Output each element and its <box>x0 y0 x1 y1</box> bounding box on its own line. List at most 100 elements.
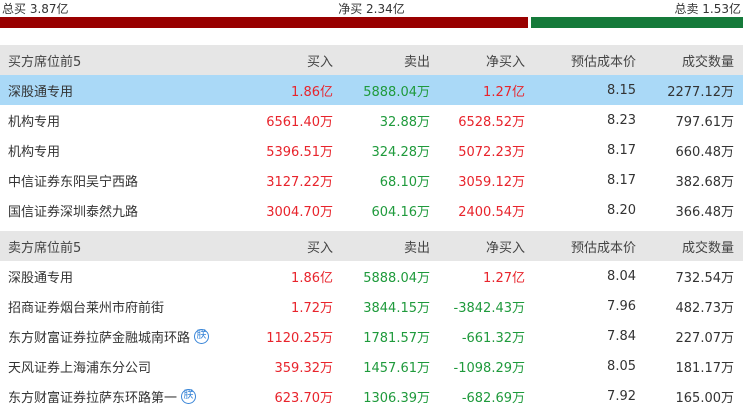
table-row[interactable]: 深股通专用 1.86亿 5888.04万 1.27亿 8.04 732.54万 <box>0 261 743 291</box>
header-sell: 卖出 <box>403 54 430 70</box>
seat-name-text: 深股通专用 <box>8 84 74 100</box>
buy-amount: 1120.25万 <box>266 330 333 346</box>
trade-volume: 382.68万 <box>675 174 735 190</box>
net-buy-amount: 1.27亿 <box>483 270 525 286</box>
net-buy-amount: 1.27亿 <box>483 84 525 100</box>
sell-amount: 5888.04万 <box>363 84 430 100</box>
buy-amount: 1.86亿 <box>291 270 333 286</box>
buy-amount: 1.72万 <box>291 300 333 316</box>
header-buy: 买入 <box>306 240 333 256</box>
estimated-cost: 8.04 <box>607 268 636 284</box>
sell-section-header: 卖方席位前5 买入 卖出 净买入 预估成本价 成交数量 <box>0 231 743 261</box>
estimated-cost: 8.05 <box>607 358 636 374</box>
seat-name: 深股通专用 <box>0 267 225 286</box>
estimated-cost: 8.17 <box>607 172 636 188</box>
sell-amount: 324.28万 <box>371 144 431 160</box>
estimated-cost: 8.23 <box>607 112 636 128</box>
seat-name-text: 天风证券上海浦东分公司 <box>8 360 152 376</box>
sell-amount: 604.16万 <box>371 204 431 220</box>
sell-seat-rows: 深股通专用 1.86亿 5888.04万 1.27亿 8.04 732.54万 招商证券烟台… <box>0 261 743 411</box>
seat-name-text: 机构专用 <box>8 114 61 130</box>
table-row[interactable]: 深股通专用 1.86亿 5888.04万 1.27亿 8.15 2277.12万 <box>0 75 743 105</box>
table-row[interactable]: 国信证券深圳泰然九路 3004.70万 604.16万 2400.54万 8.20 366… <box>0 195 743 225</box>
table-row[interactable]: 天风证券上海浦东分公司 359.32万 1457.61万 -1098.29万 8.05 1… <box>0 351 743 381</box>
net-buy-amount: 5072.23万 <box>458 144 525 160</box>
trade-volume: 181.17万 <box>675 360 735 376</box>
trade-volume: 660.48万 <box>675 144 735 160</box>
seat-name: 中信证券东阳吴宁西路 <box>0 171 225 190</box>
table-row[interactable]: 东方财富证券拉萨东环路第一朕 623.70万 1306.39万 -682.69万 7.9… <box>0 381 743 411</box>
header-buy: 买入 <box>306 54 333 70</box>
trade-volume: 2277.12万 <box>667 84 734 100</box>
sell-amount: 68.10万 <box>379 174 430 190</box>
seat-name-text: 机构专用 <box>8 144 61 160</box>
seat-name: 深股通专用 <box>0 81 225 100</box>
sell-amount: 1457.61万 <box>363 360 430 376</box>
header-net: 净买入 <box>485 54 525 70</box>
trade-volume: 227.07万 <box>675 330 735 346</box>
buy-amount: 623.70万 <box>274 390 334 406</box>
header-net: 净买入 <box>485 240 525 256</box>
net-buy-amount: -682.69万 <box>461 390 525 406</box>
seat-name-text: 东方财富证券拉萨金融城南环路 <box>8 330 191 346</box>
table-row[interactable]: 中信证券东阳吴宁西路 3127.22万 68.10万 3059.12万 8.17 382.… <box>0 165 743 195</box>
header-seat: 买方席位前5 <box>8 54 82 70</box>
buy-section-header: 买方席位前5 买入 卖出 净买入 预估成本价 成交数量 <box>0 45 743 75</box>
net-buy-amount: -661.32万 <box>461 330 525 346</box>
net-buy-amount: 3059.12万 <box>458 174 525 190</box>
table-row[interactable]: 机构专用 5396.51万 324.28万 5072.23万 8.17 660.48万 <box>0 135 743 165</box>
buy-amount: 5396.51万 <box>266 144 333 160</box>
trade-volume: 482.73万 <box>675 300 735 316</box>
header-cost: 预估成本价 <box>570 54 636 70</box>
header-volume: 成交数量 <box>681 240 734 256</box>
header-sell: 卖出 <box>403 240 430 256</box>
buy-sell-ratio-bar <box>0 17 743 28</box>
header-cost: 预估成本价 <box>570 240 636 256</box>
sell-amount: 1306.39万 <box>363 390 430 406</box>
table-row[interactable]: 东方财富证券拉萨金融城南环路朕 1120.25万 1781.57万 -661.32万 7… <box>0 321 743 351</box>
summary-labels: 总买 3.87亿 净买 2.34亿 总卖 1.53亿 <box>0 0 743 17</box>
buy-amount: 3004.70万 <box>266 204 333 220</box>
seat-name-text: 国信证券深圳泰然九路 <box>8 204 139 220</box>
trade-volume: 366.48万 <box>675 204 735 220</box>
estimated-cost: 7.92 <box>607 388 636 404</box>
seat-name: 国信证券深圳泰然九路 <box>0 201 225 220</box>
net-buy-amount: 2400.54万 <box>458 204 525 220</box>
seat-name-text: 招商证券烟台莱州市府前街 <box>8 300 165 316</box>
seat-name: 招商证券烟台莱州市府前街 <box>0 297 225 316</box>
net-buy-label: 净买 2.34亿 <box>338 2 405 16</box>
net-buy-amount: 6528.52万 <box>458 114 525 130</box>
total-sell-label: 总卖 1.53亿 <box>674 2 741 16</box>
estimated-cost: 7.84 <box>607 328 636 344</box>
buy-seat-rows: 深股通专用 1.86亿 5888.04万 1.27亿 8.15 2277.12万 机构专用 6… <box>0 75 743 225</box>
buy-ratio-segment <box>0 17 528 28</box>
table-row[interactable]: 机构专用 6561.40万 32.88万 6528.52万 8.23 797.61万 <box>0 105 743 135</box>
seat-name-text: 东方财富证券拉萨东环路第一 <box>8 390 178 406</box>
seat-name: 机构专用 <box>0 141 225 160</box>
estimated-cost: 8.17 <box>607 142 636 158</box>
trade-volume: 732.54万 <box>675 270 735 286</box>
buy-amount: 6561.40万 <box>266 114 333 130</box>
seat-name: 天风证券上海浦东分公司 <box>0 357 225 376</box>
buy-amount: 359.32万 <box>274 360 334 376</box>
estimated-cost: 8.15 <box>607 82 636 98</box>
summary-bar: 总买 3.87亿 净买 2.34亿 总卖 1.53亿 <box>0 0 743 28</box>
sell-amount: 1781.57万 <box>363 330 430 346</box>
seat-name-text: 中信证券东阳吴宁西路 <box>8 174 139 190</box>
estimated-cost: 8.20 <box>607 202 636 218</box>
sell-amount: 3844.15万 <box>363 300 430 316</box>
seat-table: 买方席位前5 买入 卖出 净买入 预估成本价 成交数量 深股通专用 1.86亿 58… <box>0 45 743 411</box>
sell-ratio-segment <box>531 17 743 28</box>
linked-seat-icon[interactable]: 朕 <box>181 388 197 404</box>
header-volume: 成交数量 <box>681 54 734 70</box>
linked-seat-icon[interactable]: 朕 <box>194 328 210 344</box>
table-row[interactable]: 招商证券烟台莱州市府前街 1.72万 3844.15万 -3842.43万 7.96 48… <box>0 291 743 321</box>
estimated-cost: 7.96 <box>607 298 636 314</box>
seat-name: 东方财富证券拉萨东环路第一朕 <box>0 387 225 406</box>
seat-name: 机构专用 <box>0 111 225 130</box>
seat-name-text: 深股通专用 <box>8 270 74 286</box>
header-seat: 卖方席位前5 <box>8 240 82 256</box>
trade-volume: 797.61万 <box>675 114 735 130</box>
net-buy-amount: -3842.43万 <box>453 300 525 316</box>
trade-volume: 165.00万 <box>675 390 735 406</box>
